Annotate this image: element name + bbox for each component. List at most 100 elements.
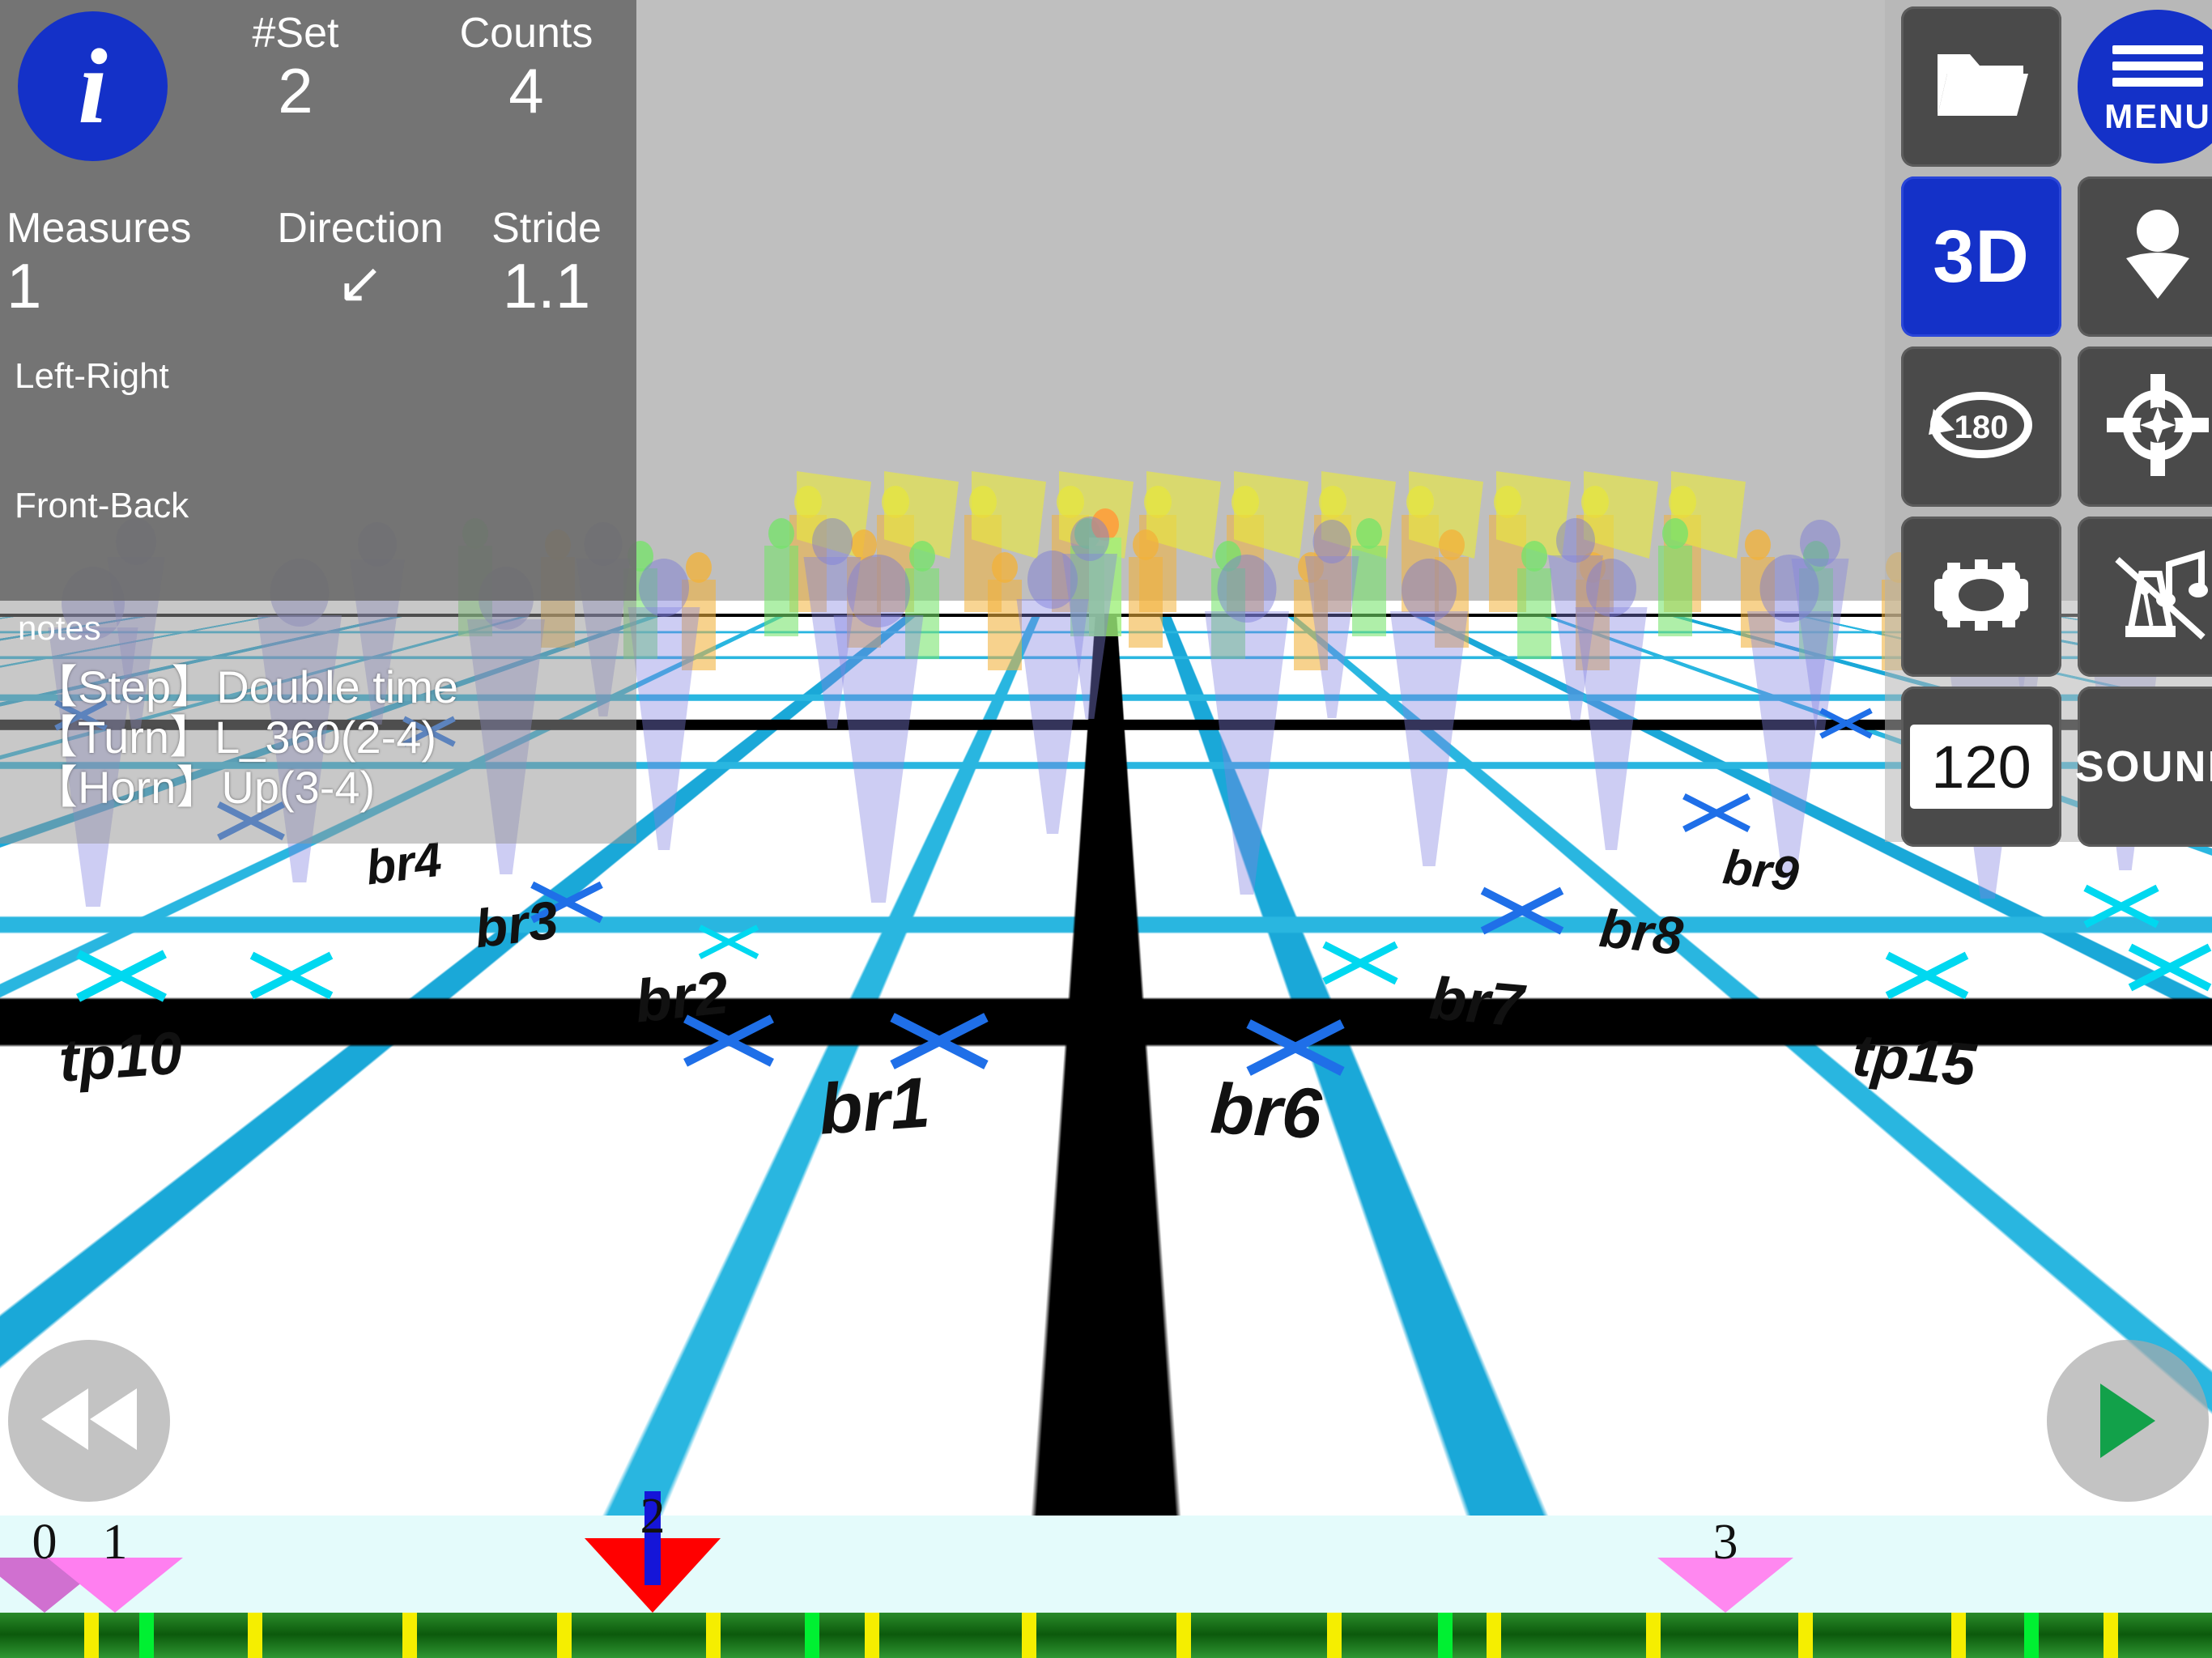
drill-marker-label: tp10 bbox=[57, 1018, 185, 1095]
stat-set: #Set 2 bbox=[206, 11, 385, 126]
drill-x-marker bbox=[2125, 919, 2212, 1008]
stat-measures-value: 1 bbox=[6, 249, 42, 321]
stat-measures-label: Measures bbox=[6, 205, 192, 252]
timeline-beat-tick bbox=[1798, 1613, 1813, 1658]
menu-button-label: MENU bbox=[2104, 96, 2211, 135]
timeline-track[interactable]: 0123 bbox=[0, 1489, 2212, 1613]
svg-text:180: 180 bbox=[1955, 410, 2009, 445]
rewind-icon bbox=[38, 1385, 140, 1457]
settings-button[interactable] bbox=[1901, 517, 2061, 677]
timeline-set-number: 1 bbox=[102, 1515, 128, 1570]
timeline-beat-tick bbox=[2104, 1613, 2118, 1658]
rotate-180-icon: 180 bbox=[1921, 380, 2042, 474]
ghost-performer bbox=[1295, 520, 1368, 718]
stat-stride-label: Stride bbox=[491, 205, 602, 252]
progress-bar[interactable] bbox=[0, 1613, 2212, 1658]
timeline-beat-tick bbox=[557, 1613, 572, 1658]
stat-direction-label: Direction bbox=[277, 205, 444, 252]
timeline-set-tick bbox=[2024, 1613, 2039, 1658]
drill-x-marker bbox=[1478, 862, 1567, 951]
drill-marker-label: br6 bbox=[1208, 1067, 1324, 1154]
timeline-set-tick bbox=[1438, 1613, 1453, 1658]
info-panel[interactable]: i #Set 2 Counts 4 Measures 1 Direction ↙… bbox=[0, 0, 636, 601]
timeline-beat-tick bbox=[1646, 1613, 1661, 1658]
drill-x-marker bbox=[73, 923, 170, 1020]
timeline-beat-tick bbox=[706, 1613, 721, 1658]
stat-set-value: 2 bbox=[278, 54, 313, 126]
tempo-field[interactable]: 120 bbox=[1901, 687, 2061, 847]
left-right-label: Left-Right bbox=[15, 356, 169, 396]
info-icon[interactable]: i bbox=[18, 11, 168, 161]
drill-x-marker bbox=[1882, 927, 1972, 1016]
crosshair-icon bbox=[2107, 373, 2209, 480]
drill-marker-label: br9 bbox=[1720, 839, 1802, 902]
rewind-button[interactable] bbox=[8, 1340, 170, 1502]
drill-marker-label: br3 bbox=[471, 889, 562, 959]
timeline-beat-tick bbox=[248, 1613, 262, 1658]
play-icon bbox=[2100, 1384, 2155, 1458]
timeline-beat-tick bbox=[1487, 1613, 1501, 1658]
gear-icon bbox=[1929, 548, 2033, 646]
drill-marker-label: br2 bbox=[632, 958, 732, 1035]
timeline-beat-tick bbox=[1176, 1613, 1191, 1658]
metronome-muted-icon bbox=[2103, 545, 2212, 649]
view-3d-button[interactable]: 3D bbox=[1901, 176, 2061, 337]
play-button[interactable] bbox=[2047, 1340, 2209, 1502]
notes-panel[interactable]: notes 【Step】Double time 【Turn】L_360(2-4)… bbox=[0, 601, 636, 844]
drill-x-marker bbox=[1680, 773, 1753, 846]
drill-marker-label: tp15 bbox=[1849, 1020, 1979, 1099]
timeline-beat-tick bbox=[865, 1613, 879, 1658]
drill-marker-label: br8 bbox=[1597, 897, 1687, 967]
stat-direction-value: ↙ bbox=[336, 250, 385, 314]
timeline-current-set-marker[interactable]: 2 bbox=[585, 1489, 721, 1613]
timeline-beat-tick bbox=[84, 1613, 99, 1658]
timeline-set-marker[interactable]: 1 bbox=[47, 1515, 183, 1613]
timeline-set-tick bbox=[805, 1613, 819, 1658]
view-3d-label: 3D bbox=[1933, 215, 2030, 298]
open-file-button[interactable] bbox=[1901, 6, 2061, 167]
timeline-set-tick bbox=[139, 1613, 154, 1658]
sound-button[interactable]: SOUND bbox=[2074, 687, 2212, 847]
notes-line-horn: 【Horn】Up(3-4) bbox=[32, 762, 376, 813]
timeline-set-number: 3 bbox=[1712, 1515, 1738, 1570]
tempo-value: 120 bbox=[1931, 733, 2031, 801]
info-glyph: i bbox=[78, 26, 108, 146]
stat-counts-value: 4 bbox=[508, 54, 544, 126]
ghost-performer bbox=[1190, 555, 1304, 895]
hamburger-icon bbox=[2112, 38, 2203, 94]
metronome-mute-button[interactable] bbox=[2078, 517, 2212, 677]
performer bbox=[1124, 529, 1168, 651]
app-root: tp10 br4 br3 br2 br1 br6 br7 br8 br9 tp15 i #Set … bbox=[0, 0, 2212, 1658]
stat-stride: Stride 1.1 bbox=[466, 206, 627, 321]
ghost-performer bbox=[1053, 517, 1127, 719]
stat-stride-value: 1.1 bbox=[502, 249, 591, 321]
center-view-button[interactable] bbox=[2078, 346, 2212, 507]
ghost-performer bbox=[793, 518, 871, 729]
notes-title: notes bbox=[18, 609, 101, 647]
stat-set-label: #Set bbox=[252, 10, 339, 57]
folder-icon bbox=[1933, 46, 2030, 128]
drill-marker-label: br7 bbox=[1427, 963, 1526, 1039]
stat-counts-label: Counts bbox=[459, 10, 593, 57]
timeline-beat-tick bbox=[402, 1613, 417, 1658]
timeline-beat-tick bbox=[1327, 1613, 1342, 1658]
front-back-label: Front-Back bbox=[15, 486, 189, 525]
drill-x-marker bbox=[1320, 919, 1401, 1000]
menu-button[interactable]: MENU bbox=[2078, 10, 2212, 164]
sound-label: SOUND bbox=[2074, 742, 2212, 791]
drill-marker-label: br1 bbox=[816, 1061, 933, 1150]
person-icon bbox=[2113, 208, 2202, 306]
drill-x-marker bbox=[1818, 692, 1874, 749]
timeline-set-marker[interactable]: 3 bbox=[1657, 1515, 1793, 1613]
timeline-beat-tick bbox=[1022, 1613, 1036, 1658]
stat-direction: Direction ↙ bbox=[267, 206, 453, 314]
ghost-performer bbox=[1538, 518, 1613, 721]
performer-button[interactable] bbox=[2078, 176, 2212, 337]
performer bbox=[1653, 518, 1697, 640]
drill-x-marker bbox=[247, 927, 336, 1016]
stat-measures: Measures 1 bbox=[6, 206, 225, 321]
ghost-performer bbox=[1376, 559, 1482, 866]
timeline-beat-tick bbox=[1951, 1613, 1966, 1658]
rotate-180-button[interactable]: 180 bbox=[1901, 346, 2061, 507]
timeline-set-number: 2 bbox=[640, 1489, 666, 1544]
